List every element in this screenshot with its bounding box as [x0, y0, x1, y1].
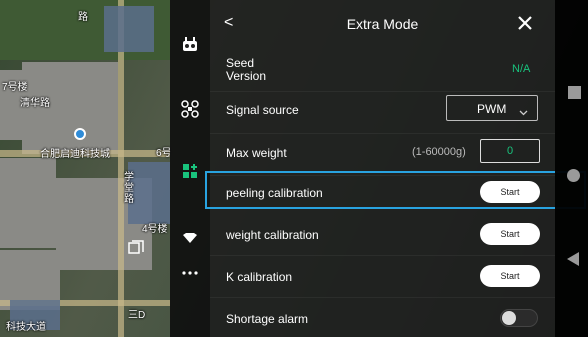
- row-seed-version: Seed Version N/A: [210, 46, 555, 92]
- chevron-down-icon: [519, 104, 528, 116]
- map-building: [104, 6, 154, 52]
- row-peeling-calibration: peeling calibration Start: [210, 173, 555, 215]
- map-label-bottom-left: 科技大道: [6, 322, 46, 333]
- recents-icon[interactable]: [568, 86, 581, 99]
- max-weight-input[interactable]: 0: [480, 139, 540, 163]
- layers-icon[interactable]: [128, 240, 144, 256]
- k-calibration-start-button[interactable]: Start: [480, 265, 540, 287]
- map-label-building-7: 7号楼: [2, 82, 28, 93]
- max-weight-range-hint: (1-60000g): [412, 146, 466, 158]
- weight-calibration-label: weight calibration: [226, 228, 319, 242]
- panel-header: < Extra Mode: [210, 0, 555, 46]
- row-k-calibration: K calibration Start: [210, 256, 555, 298]
- map-poi-icon[interactable]: [74, 128, 86, 140]
- aircraft-icon[interactable]: [180, 99, 200, 119]
- row-weight-calibration: weight calibration Start: [210, 214, 555, 256]
- peeling-calibration-label: peeling calibration: [226, 186, 323, 200]
- extra-mode-panel: < Extra Mode Seed Version N/A Signal sou…: [210, 0, 555, 337]
- k-calibration-label: K calibration: [226, 270, 293, 284]
- row-shortage-alarm: Shortage alarm: [210, 298, 555, 337]
- toggle-knob: [502, 311, 516, 325]
- map-tile: [0, 158, 56, 248]
- row-signal-source: Signal source PWM: [210, 92, 555, 134]
- settings-icon-rail: [170, 0, 210, 337]
- signal-source-label: Signal source: [226, 103, 299, 117]
- remote-controller-icon[interactable]: [180, 34, 200, 54]
- peeling-calibration-start-button[interactable]: Start: [480, 181, 540, 203]
- row-max-weight: Max weight (1-60000g) 0: [210, 134, 555, 176]
- map-label-building-4: 4号楼: [142, 224, 168, 235]
- weight-calibration-start-button[interactable]: Start: [480, 223, 540, 245]
- seed-version-value: N/A: [512, 63, 531, 75]
- more-icon[interactable]: [180, 263, 200, 283]
- home-icon[interactable]: [567, 169, 580, 182]
- shortage-alarm-toggle[interactable]: [500, 309, 538, 327]
- map-label-qinghua-road: 清华路: [20, 98, 50, 109]
- map-label-bottom-center: 三D: [128, 310, 146, 321]
- page-title: Extra Mode: [346, 16, 419, 32]
- map-label-company: 合肥启迪科技城: [40, 149, 110, 160]
- battery-icon[interactable]: [180, 228, 200, 248]
- seed-label-line1: Seed: [226, 56, 255, 70]
- plugin-icon[interactable]: [180, 161, 200, 181]
- map-label-road: 路: [78, 12, 88, 23]
- close-icon[interactable]: [515, 13, 535, 33]
- map-label-xuetang-road: 学堂路: [124, 172, 134, 205]
- seed-label-line2: Version: [226, 69, 267, 83]
- signal-source-value: PWM: [477, 102, 507, 116]
- shortage-alarm-label: Shortage alarm: [226, 312, 309, 326]
- max-weight-label: Max weight: [226, 146, 287, 160]
- signal-source-select[interactable]: PWM: [446, 95, 538, 121]
- back-nav-icon[interactable]: [567, 252, 579, 266]
